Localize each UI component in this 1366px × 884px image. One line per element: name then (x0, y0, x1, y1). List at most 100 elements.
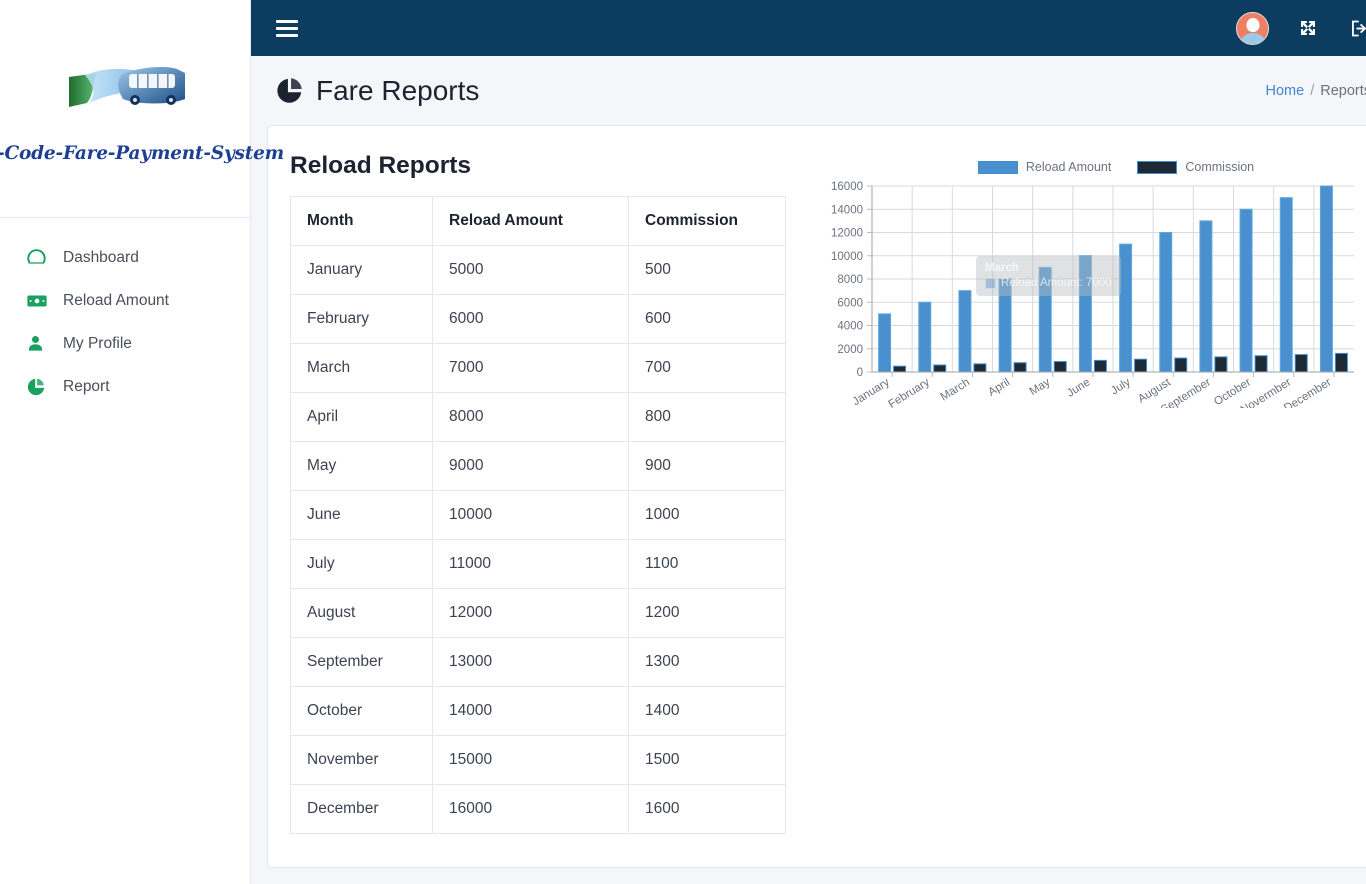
table-cell: 12000 (432, 588, 629, 638)
table-cell: 10000 (432, 490, 629, 540)
svg-text:12000: 12000 (831, 228, 863, 240)
money-bill-icon (26, 290, 52, 312)
table-cell: 9000 (432, 441, 629, 491)
sidebar-item-label: Report (63, 377, 110, 395)
sidebar: QR-Code-Fare-Payment-System Dashboard (0, 0, 284, 884)
sidebar-item-label: My Profile (63, 334, 132, 352)
table-row: September 13000 1300 (290, 637, 786, 687)
content-card: Reload Reports Month Reload Amount Commiss… (267, 125, 1366, 868)
hamburger-icon[interactable] (276, 15, 302, 41)
svg-text:2000: 2000 (837, 344, 863, 356)
svg-text:June: June (1065, 376, 1093, 399)
table-cell: 13000 (432, 637, 629, 687)
legend-swatch (1137, 160, 1178, 174)
table-row: November 15000 1500 (290, 735, 786, 785)
main-area: Fare Reports Home / Reports Reload Reports… (250, 0, 1366, 884)
table-row: February 6000 600 (290, 294, 786, 344)
svg-text:16000: 16000 (831, 181, 863, 193)
svg-text:April: April (986, 376, 1012, 398)
user-icon (26, 333, 52, 355)
table-row: January 5000 500 (290, 245, 786, 295)
sign-out-icon[interactable] (1347, 16, 1366, 40)
table-column-header: Reload Amount (432, 196, 629, 246)
table-row: March 7000 700 (290, 343, 786, 393)
breadcrumb: Home / Reports (1266, 83, 1366, 99)
tachometer-icon (26, 247, 52, 269)
table-cell: 16000 (432, 784, 629, 834)
bus-logo-icon (69, 67, 185, 107)
table-cell: 1100 (628, 539, 786, 589)
svg-text:10000: 10000 (831, 251, 863, 263)
legend-item[interactable]: Commission (1137, 160, 1254, 174)
svg-text:July: July (1109, 376, 1133, 397)
table-row: April 8000 800 (290, 392, 786, 442)
table-cell: 600 (628, 294, 786, 344)
table-cell: 1400 (628, 686, 786, 736)
table-cell: February (290, 294, 433, 344)
svg-text:February: February (886, 376, 932, 408)
svg-text:4000: 4000 (837, 321, 863, 333)
reload-reports-panel: Reload Reports Month Reload Amount Commiss… (286, 148, 804, 847)
page-header: Fare Reports Home / Reports (251, 56, 1366, 125)
table-cell: October (290, 686, 433, 736)
table-cell: 8000 (432, 392, 629, 442)
table-cell: 15000 (432, 735, 629, 785)
app-root: QR-Code-Fare-Payment-System Dashboard (0, 0, 1366, 884)
sidebar-item-report[interactable]: Report (0, 365, 250, 408)
pie-chart-icon (275, 76, 304, 105)
svg-text:0: 0 (857, 367, 863, 379)
table-body: January 5000 500 February 6000 600 March 7000 70… (290, 245, 786, 834)
sidebar-nav: Dashboard Reload Amount My Profile Repor… (0, 218, 250, 408)
table-cell: 1600 (628, 784, 786, 834)
table-cell: 800 (628, 392, 786, 442)
brand-name: QR-Code-Fare-Payment-System (0, 143, 285, 164)
table-head: Month Reload Amount Commission (290, 196, 786, 246)
table-cell: 500 (628, 245, 786, 295)
sidebar-item-dashboard[interactable]: Dashboard (0, 236, 250, 279)
sidebar-item-my-profile[interactable]: My Profile (0, 322, 250, 365)
table-row: May 9000 900 (290, 441, 786, 491)
table-cell: 6000 (432, 294, 629, 344)
svg-text:January: January (851, 376, 892, 408)
chart-svg: 0 2000 4000 6000 8000 10000 12000 14000 16000 Jan… (831, 181, 1354, 417)
legend-label: Reload Amount (1025, 160, 1112, 174)
table-cell: July (290, 539, 433, 589)
table-cell: May (290, 441, 433, 491)
table-cell: November (290, 735, 433, 785)
table-cell: 11000 (432, 539, 629, 589)
expand-arrows-icon[interactable] (1296, 16, 1320, 40)
table-cell: 1500 (628, 735, 786, 785)
table-header-row: Month Reload Amount Commission (290, 196, 786, 246)
svg-text:6000: 6000 (837, 297, 863, 309)
avatar-head (1246, 17, 1259, 32)
table-cell: 1300 (628, 637, 786, 687)
table-cell: January (290, 245, 433, 295)
table-cell: March (290, 343, 433, 393)
svg-text:8000: 8000 (837, 274, 863, 286)
breadcrumb-home-link[interactable]: Home (1266, 83, 1305, 99)
legend-label: Commission (1185, 160, 1255, 174)
table-cell: 5000 (432, 245, 629, 295)
sidebar-item-reload-amount[interactable]: Reload Amount (0, 279, 250, 322)
chart-plot-area[interactable]: 0 2000 4000 6000 8000 10000 12000 14000 16000 Jan… (826, 178, 1366, 417)
svg-text:14000: 14000 (831, 204, 863, 216)
table-cell: September (290, 637, 433, 687)
bar-chart: Reload Amount Commission 0 2000 4000 6000 800… (826, 156, 1366, 426)
table-cell: 14000 (432, 686, 629, 736)
chart-panel: Reload Amount Commission 0 2000 4000 6000 800… (804, 148, 1366, 847)
topbar-actions (1236, 11, 1366, 45)
avatar-body (1239, 32, 1266, 44)
section-title: Reload Reports (290, 152, 472, 179)
pie-chart-icon (26, 376, 52, 398)
table-column-header: Month (290, 196, 433, 246)
table-row: August 12000 1200 (290, 588, 786, 638)
svg-text:May: May (1028, 376, 1053, 398)
sidebar-item-label: Dashboard (63, 248, 139, 266)
brand-block[interactable]: QR-Code-Fare-Payment-System (0, 0, 284, 218)
breadcrumb-current: Reports (1320, 82, 1366, 99)
user-avatar-icon[interactable] (1236, 11, 1269, 45)
legend-item[interactable]: Reload Amount (977, 160, 1112, 174)
table-row: December 16000 1600 (290, 784, 786, 834)
legend-swatch (977, 160, 1018, 174)
svg-text:March: March (939, 376, 972, 403)
